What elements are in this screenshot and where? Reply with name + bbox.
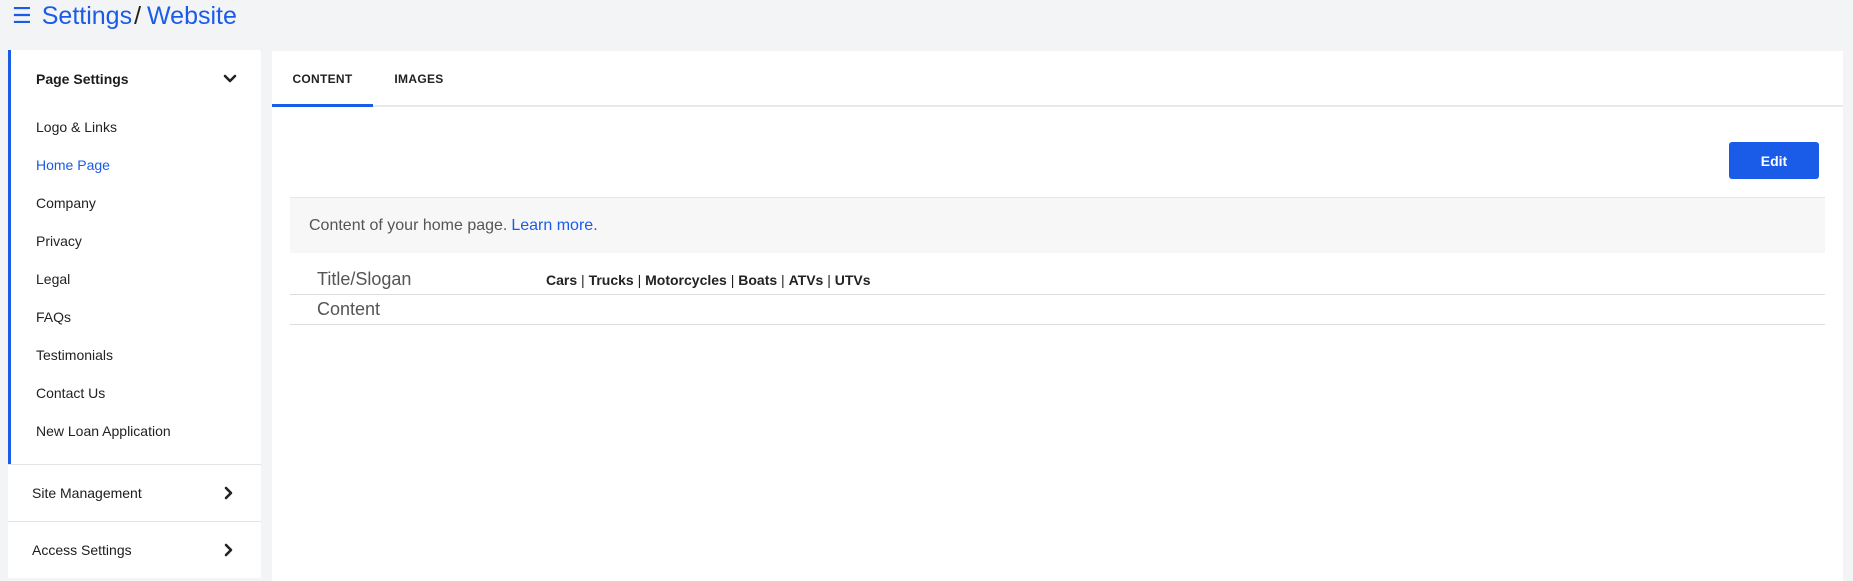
sidebar-item-logo-links[interactable]: Logo & Links [11, 108, 261, 146]
sidebar-item-testimonials[interactable]: Testimonials [11, 336, 261, 374]
field-row-content: Content [290, 295, 1825, 325]
field-label: Title/Slogan [317, 269, 412, 289]
breadcrumb-settings-link[interactable]: Settings [42, 2, 132, 31]
sidebar-item-new-loan-application[interactable]: New Loan Application [11, 412, 261, 450]
sidebar-item-contact-us[interactable]: Contact Us [11, 374, 261, 412]
tab-images[interactable]: IMAGES [373, 51, 465, 105]
value-separator: | [577, 271, 589, 288]
sidebar-item-legal[interactable]: Legal [11, 260, 261, 298]
field-label: Content [317, 299, 381, 319]
value-separator: | [823, 271, 835, 288]
value-item: ATVs [788, 271, 824, 288]
edit-button[interactable]: Edit [1729, 142, 1819, 179]
chevron-down-icon [223, 74, 237, 83]
sidebar-item-faqs[interactable]: FAQs [11, 298, 261, 336]
breadcrumb: ☰ Settings / Website [12, 0, 237, 32]
main-panel: CONTENT IMAGES Edit Content of your home … [272, 51, 1843, 581]
value-separator: | [777, 271, 789, 288]
settings-sidebar: Page Settings Logo & Links Home Page Compa… [8, 50, 261, 578]
value-separator: | [726, 271, 739, 288]
tab-content[interactable]: CONTENT [272, 51, 373, 107]
sidebar-item-home-page[interactable]: Home Page [11, 146, 261, 184]
chevron-right-icon [224, 486, 233, 500]
breadcrumb-website-link[interactable]: Website [147, 2, 237, 31]
field-row-title-slogan: Title/Slogan Cars | Trucks | Motorcycles … [290, 265, 1825, 295]
info-suffix: . [593, 216, 598, 234]
tab-bar: CONTENT IMAGES [272, 51, 1843, 107]
chevron-right-icon [224, 543, 233, 557]
info-text: Content of your home page. [309, 216, 508, 234]
learn-more-link[interactable]: Learn more [511, 217, 593, 235]
field-value: Cars | Trucks | Motorcycles | Boats | AT… [546, 272, 871, 288]
sidebar-item-company[interactable]: Company [11, 184, 261, 222]
content-fields: Title/Slogan Cars | Trucks | Motorcycles … [290, 265, 1825, 325]
sidebar-nav-list: Logo & Links Home Page Company Privacy Legal… [11, 108, 261, 450]
sidebar-section-header-page-settings[interactable]: Page Settings [11, 50, 261, 108]
sidebar-section-access-settings[interactable]: Access Settings [8, 521, 261, 578]
breadcrumb-separator: / [134, 1, 142, 30]
value-item: UTVs [834, 271, 871, 288]
value-item: Boats [738, 271, 778, 288]
value-item: Trucks [588, 271, 634, 288]
menu-icon[interactable]: ☰ [12, 5, 32, 27]
sidebar-closed-sections: Site Management Access Settings [8, 464, 261, 578]
value-separator: | [633, 271, 646, 288]
value-item: Cars [546, 271, 578, 288]
sidebar-section-title: Access Settings [32, 542, 132, 558]
sidebar-section-title: Site Management [32, 485, 142, 501]
sidebar-section-site-management[interactable]: Site Management [8, 464, 261, 521]
info-banner: Content of your home page. Learn more. [290, 197, 1825, 253]
sidebar-section-page-settings: Page Settings Logo & Links Home Page Compa… [8, 50, 261, 464]
sidebar-item-privacy[interactable]: Privacy [11, 222, 261, 260]
sidebar-section-title: Page Settings [36, 71, 129, 87]
value-item: Motorcycles [645, 271, 727, 288]
